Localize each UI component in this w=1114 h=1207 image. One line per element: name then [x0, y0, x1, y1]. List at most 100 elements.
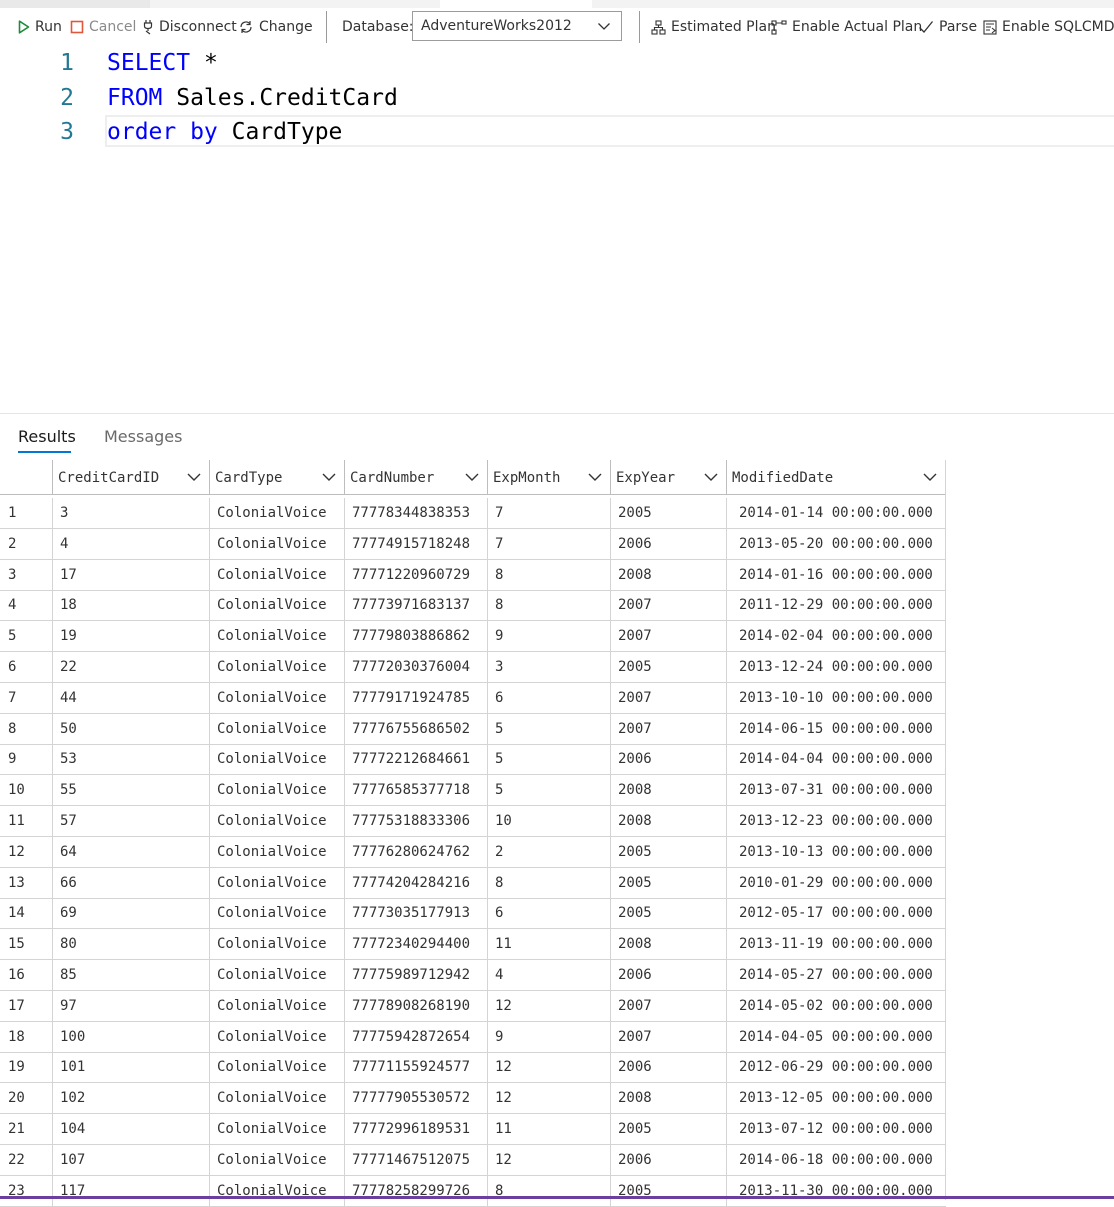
modifieddate-cell[interactable]: 2013-10-13 00:00:00.000	[726, 836, 946, 867]
row-number-cell[interactable]: 6	[0, 652, 52, 682]
creditcardid-cell[interactable]: 3	[52, 498, 209, 528]
creditcardid-cell[interactable]: 17	[52, 559, 209, 590]
estimated-plan-button[interactable]: Estimated Plan	[651, 9, 776, 45]
expmonth-cell[interactable]: 8	[487, 1175, 610, 1206]
table-row[interactable]: 7 44 ColonialVoice 77779171924785 6 2007 2013-…	[0, 682, 946, 714]
creditcardid-cell[interactable]: 64	[52, 836, 209, 867]
chevron-down-icon[interactable]	[186, 470, 202, 484]
query-editor[interactable]: 1 SELECT * 2 FROM Sales.CreditCard 3 ord…	[0, 45, 1114, 410]
expmonth-cell[interactable]: 6	[487, 682, 610, 713]
table-row[interactable]: 15 80 ColonialVoice 77772340294400 11 2008 201…	[0, 929, 946, 961]
expyear-cell[interactable]: 2007	[610, 713, 726, 744]
creditcardid-cell[interactable]: 66	[52, 867, 209, 898]
modifieddate-cell[interactable]: 2014-06-15 00:00:00.000	[726, 713, 946, 744]
cardtype-cell[interactable]: ColonialVoice	[209, 1114, 344, 1144]
row-number-cell[interactable]: 22	[0, 1145, 52, 1175]
cardtype-cell[interactable]: ColonialVoice	[209, 960, 344, 990]
change-connection-button[interactable]: Change	[238, 9, 313, 45]
expyear-cell[interactable]: 2008	[610, 806, 726, 836]
cardnumber-cell[interactable]: 77776585377718	[344, 775, 487, 806]
creditcardid-cell[interactable]: 104	[52, 1114, 209, 1144]
expmonth-cell[interactable]: 11	[487, 1114, 610, 1144]
expmonth-cell[interactable]: 8	[487, 559, 610, 590]
cardnumber-cell[interactable]: 77779803886862	[344, 621, 487, 652]
expmonth-cell[interactable]: 9	[487, 621, 610, 652]
cardnumber-cell[interactable]: 77771467512075	[344, 1144, 487, 1175]
creditcardid-cell[interactable]: 102	[52, 1083, 209, 1114]
code-text[interactable]: order by CardType	[107, 115, 342, 149]
expyear-cell[interactable]: 2007	[610, 590, 726, 621]
row-number-cell[interactable]: 20	[0, 1083, 52, 1113]
row-number-cell[interactable]: 14	[0, 898, 52, 928]
modifieddate-cell[interactable]: 2013-10-10 00:00:00.000	[726, 682, 946, 713]
modifieddate-cell[interactable]: 2014-02-04 00:00:00.000	[726, 621, 946, 652]
expmonth-cell[interactable]: 7	[487, 528, 610, 559]
row-number-cell[interactable]: 8	[0, 714, 52, 744]
table-row[interactable]: 2 4 ColonialVoice 77774915718248 7 2006 2013-0…	[0, 528, 946, 560]
creditcardid-cell[interactable]: 4	[52, 528, 209, 559]
modifieddate-cell[interactable]: 2014-05-27 00:00:00.000	[726, 960, 946, 990]
enable-sqlcmd-button[interactable]: Enable SQLCMD	[983, 9, 1114, 45]
pane-divider[interactable]	[0, 413, 1114, 414]
creditcardid-cell[interactable]: 18	[52, 590, 209, 621]
cardnumber-cell[interactable]: 77772030376004	[344, 652, 487, 682]
row-number-cell[interactable]: 4	[0, 590, 52, 620]
cardnumber-cell[interactable]: 77775989712942	[344, 960, 487, 990]
row-number-cell[interactable]: 21	[0, 1114, 52, 1144]
cardnumber-cell[interactable]: 77774915718248	[344, 528, 487, 559]
row-number-cell[interactable]: 12	[0, 837, 52, 867]
creditcardid-cell[interactable]: 80	[52, 929, 209, 960]
creditcardid-cell[interactable]: 55	[52, 775, 209, 806]
creditcardid-cell[interactable]: 22	[52, 652, 209, 682]
code-text[interactable]: SELECT *	[107, 46, 218, 80]
chevron-down-icon[interactable]	[464, 470, 480, 484]
cardtype-cell[interactable]: ColonialVoice	[209, 775, 344, 806]
modifieddate-cell[interactable]: 2014-04-04 00:00:00.000	[726, 744, 946, 775]
cardnumber-cell[interactable]: 77778344838353	[344, 498, 487, 528]
table-row[interactable]: 12 64 ColonialVoice 77776280624762 2 2005 2013…	[0, 836, 946, 868]
creditcardid-cell[interactable]: 50	[52, 713, 209, 744]
modifieddate-cell[interactable]: 2014-01-16 00:00:00.000	[726, 559, 946, 590]
cardtype-cell[interactable]: ColonialVoice	[209, 559, 344, 590]
expyear-cell[interactable]: 2008	[610, 775, 726, 806]
table-row[interactable]: 8 50 ColonialVoice 77776755686502 5 2007 2014-…	[0, 713, 946, 745]
creditcardid-cell[interactable]: 85	[52, 960, 209, 990]
creditcardid-cell[interactable]: 44	[52, 682, 209, 713]
expmonth-cell[interactable]: 5	[487, 713, 610, 744]
tab-messages[interactable]: Messages	[104, 418, 182, 454]
modifieddate-cell[interactable]: 2013-05-20 00:00:00.000	[726, 528, 946, 559]
cardnumber-cell[interactable]: 77771220960729	[344, 559, 487, 590]
row-number-cell[interactable]: 10	[0, 775, 52, 805]
expyear-cell[interactable]: 2005	[610, 898, 726, 929]
expyear-cell[interactable]: 2006	[610, 1144, 726, 1175]
parse-button[interactable]: Parse	[918, 9, 977, 45]
creditcardid-cell[interactable]: 97	[52, 990, 209, 1021]
table-row[interactable]: 1 3 ColonialVoice 77778344838353 7 2005 2014-0…	[0, 498, 946, 529]
expmonth-cell[interactable]: 5	[487, 744, 610, 775]
modifieddate-cell[interactable]: 2010-01-29 00:00:00.000	[726, 867, 946, 898]
expyear-cell[interactable]: 2007	[610, 990, 726, 1021]
table-row[interactable]: 5 19 ColonialVoice 77779803886862 9 2007 2014-…	[0, 621, 946, 653]
table-row[interactable]: 9 53 ColonialVoice 77772212684661 5 2006 2014-…	[0, 744, 946, 776]
cardtype-cell[interactable]: ColonialVoice	[209, 1144, 344, 1175]
cardtype-cell[interactable]: ColonialVoice	[209, 1175, 344, 1206]
cardnumber-cell[interactable]: 77772212684661	[344, 744, 487, 775]
expmonth-cell[interactable]: 2	[487, 836, 610, 867]
cardtype-cell[interactable]: ColonialVoice	[209, 682, 344, 713]
editor-tab-active[interactable]	[440, 0, 592, 8]
modifieddate-cell[interactable]: 2012-05-17 00:00:00.000	[726, 898, 946, 929]
cardtype-cell[interactable]: ColonialVoice	[209, 898, 344, 929]
modifieddate-cell[interactable]: 2014-01-14 00:00:00.000	[726, 498, 946, 528]
row-number-cell[interactable]: 13	[0, 868, 52, 898]
cardnumber-cell[interactable]: 77776755686502	[344, 713, 487, 744]
modifieddate-cell[interactable]: 2013-11-19 00:00:00.000	[726, 929, 946, 960]
cardnumber-cell[interactable]: 77778908268190	[344, 990, 487, 1021]
cardtype-cell[interactable]: ColonialVoice	[209, 1021, 344, 1052]
modifieddate-cell[interactable]: 2013-07-31 00:00:00.000	[726, 775, 946, 806]
column-header-cardnumber[interactable]: CardNumber	[344, 460, 487, 495]
expmonth-cell[interactable]: 9	[487, 1021, 610, 1052]
row-number-cell[interactable]: 19	[0, 1052, 52, 1082]
cancel-button[interactable]: Cancel	[70, 9, 136, 45]
expmonth-cell[interactable]: 12	[487, 1083, 610, 1114]
modifieddate-cell[interactable]: 2013-07-12 00:00:00.000	[726, 1114, 946, 1144]
